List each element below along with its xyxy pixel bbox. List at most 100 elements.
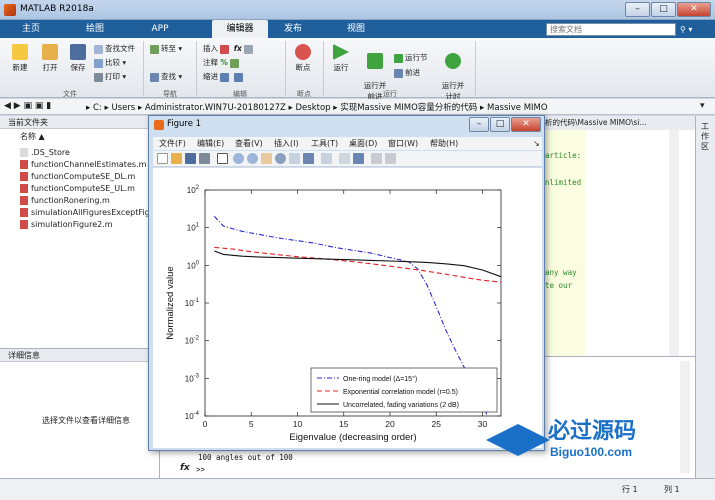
colorbar-icon[interactable]	[339, 153, 350, 164]
indent-button[interactable]: 缩进	[203, 71, 245, 83]
minimize-button[interactable]: –	[625, 2, 650, 17]
breakpoint-button[interactable]: 断点	[290, 44, 316, 73]
command-prompt: >>	[196, 465, 206, 474]
current-folder-pane: 当前文件夹 名称 ▲ .DS_Store functionChannelEsti…	[0, 116, 160, 348]
file-item[interactable]: functionRonering.m	[20, 195, 110, 207]
ribbon: 新建 打开 保存 查找文件 比较 ▾ 打印 ▾ 文件 转至 ▾ 查找 ▾ 导航 …	[0, 38, 715, 101]
tab-publish[interactable]: 发布	[270, 20, 316, 38]
fx-icon: fx	[180, 463, 190, 473]
breakpoint-icon	[295, 44, 311, 60]
file-item[interactable]: simulationAllFiguresExceptFig	[20, 207, 150, 219]
tab-view[interactable]: 视图	[333, 20, 379, 38]
file-name: functionChannelEstimates.m	[31, 160, 147, 169]
menu-desktop[interactable]: 桌面(D)	[349, 137, 377, 150]
rotate-icon[interactable]	[275, 153, 286, 164]
m-file-icon	[20, 208, 28, 217]
find-button[interactable]: 查找 ▾	[150, 71, 182, 83]
insert-button[interactable]: 插入 fx	[203, 43, 255, 55]
advance-button[interactable]: 前进	[394, 67, 420, 79]
editor-pane[interactable]: 析的代码\Massive MIMO\si... article: nlimite…	[545, 116, 695, 356]
tab-apps[interactable]: APP	[137, 20, 183, 38]
group-breakpoint-label: 断点	[297, 90, 311, 98]
editor-scrollbar[interactable]	[669, 130, 679, 356]
menu-edit[interactable]: 编辑(E)	[197, 137, 224, 150]
run-button[interactable]: 运行	[328, 44, 354, 73]
menu-view[interactable]: 查看(V)	[235, 137, 263, 150]
run-section-button[interactable]: 运行节	[394, 52, 428, 64]
menu-file[interactable]: 文件(F)	[159, 137, 186, 150]
x-tick-label: 20	[385, 419, 395, 429]
menu-window[interactable]: 窗口(W)	[388, 137, 418, 150]
help-button[interactable]: ⚲ ▾	[680, 23, 710, 36]
run-time-button[interactable]: 运行并 计时	[436, 44, 470, 102]
address-dropdown-icon[interactable]: ▾	[700, 101, 705, 111]
figure-minimize-button[interactable]: –	[469, 117, 489, 132]
compare-icon	[94, 58, 103, 68]
zoom-in-icon[interactable]	[233, 153, 244, 164]
tab-editor[interactable]: 编辑器	[212, 20, 268, 38]
save-icon	[70, 44, 86, 60]
name-column-header[interactable]: 名称 ▲	[20, 131, 45, 143]
run-section-icon	[394, 53, 403, 63]
m-file-icon	[20, 172, 28, 181]
menu-tools[interactable]: 工具(T)	[311, 137, 338, 150]
indent-icon	[220, 72, 230, 82]
open-button[interactable]: 打开	[36, 44, 64, 73]
maximize-button[interactable]: □	[651, 2, 676, 17]
file-icon	[20, 148, 28, 157]
fx-icon: fx	[233, 44, 242, 53]
comment-button[interactable]: 注释 %	[203, 57, 241, 69]
print-button[interactable]: 打印 ▾	[94, 71, 126, 83]
link-icon[interactable]	[321, 153, 332, 164]
data-cursor-icon[interactable]	[289, 153, 300, 164]
title-bar: MATLAB R2018a – □ ✕	[0, 0, 715, 20]
pan-icon[interactable]	[261, 153, 272, 164]
details-pane: 详细信息 选择文件以查看详细信息	[0, 348, 160, 478]
x-tick-label: 5	[249, 419, 254, 429]
brush-icon[interactable]	[303, 153, 314, 164]
zoom-out-icon[interactable]	[247, 153, 258, 164]
y-tick-label: 101	[187, 223, 200, 233]
figure-close-button[interactable]: ✕	[511, 117, 541, 132]
figure-window[interactable]: Figure 1 – □ ✕ 文件(F) 编辑(E) 查看(V) 插入(I) 工…	[148, 115, 545, 451]
workspace-label[interactable]: 工作区	[701, 122, 711, 152]
tab-plots[interactable]: 绘图	[72, 20, 118, 38]
file-item[interactable]: .DS_Store	[20, 147, 70, 159]
tab-home[interactable]: 主页	[8, 20, 54, 38]
m-file-icon	[20, 184, 28, 193]
find-file-button[interactable]: 查找文件	[94, 43, 135, 55]
print-icon[interactable]	[199, 153, 210, 164]
watermark-text: 必过源码	[548, 418, 636, 443]
comment-toggle-icon	[230, 58, 240, 68]
menu-insert[interactable]: 插入(I)	[274, 137, 299, 150]
menu-dock-icon[interactable]: ↘	[533, 137, 540, 150]
address-path[interactable]: ▸ C: ▸ Users ▸ Administrator.WIN7U-20180…	[86, 101, 548, 113]
hide-tools-icon[interactable]	[371, 153, 382, 164]
outdent-icon	[233, 72, 243, 82]
file-item[interactable]: simulationFigure2.m	[20, 219, 113, 231]
pointer-icon[interactable]	[217, 153, 228, 164]
show-tools-icon[interactable]	[385, 153, 396, 164]
save-icon[interactable]	[185, 153, 196, 164]
figure-toolbar	[153, 151, 542, 167]
new-button[interactable]: 新建	[6, 44, 34, 73]
file-item[interactable]: functionComputeSE_DL.m	[20, 171, 135, 183]
save-button[interactable]: 保存	[64, 44, 92, 73]
search-input[interactable]: 搜索文档	[546, 23, 676, 36]
new-figure-icon[interactable]	[157, 153, 168, 164]
open-icon[interactable]	[171, 153, 182, 164]
legend-icon[interactable]	[353, 153, 364, 164]
code-line: nlimited	[545, 178, 582, 187]
window-title: MATLAB R2018a	[20, 4, 94, 14]
run-time-icon	[445, 53, 461, 69]
file-item[interactable]: functionChannelEstimates.m	[20, 159, 146, 171]
file-item[interactable]: functionComputeSE_UL.m	[20, 183, 135, 195]
compare-button[interactable]: 比较 ▾	[94, 57, 126, 69]
nav-back-forward-icons[interactable]: ◀ ▶ ▣ ▣ ▮	[4, 101, 51, 111]
goto-button[interactable]: 转至 ▾	[150, 43, 182, 55]
percent-icon: %	[220, 58, 228, 67]
file-name: .DS_Store	[31, 148, 70, 157]
menu-help[interactable]: 帮助(H)	[430, 137, 458, 150]
close-button[interactable]: ✕	[677, 2, 711, 17]
figure-maximize-button[interactable]: □	[490, 117, 510, 132]
